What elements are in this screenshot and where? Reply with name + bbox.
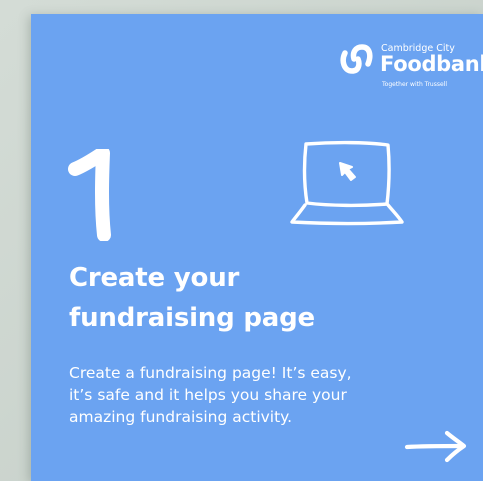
step-title-line: fundraising page [69, 303, 315, 333]
laptop-cursor-icon [290, 140, 404, 226]
foodbank-logo-icon [340, 44, 373, 74]
brand-tagline: Together with Trussell [382, 81, 448, 88]
arrow-right-icon[interactable] [403, 429, 469, 463]
step-number: 1 [68, 149, 111, 241]
foodbank-logo[interactable]: Cambridge City Foodbank Together with Tr… [339, 40, 483, 92]
step-description: Create a fundraising page! It’s easy, it… [69, 362, 409, 428]
step-card: Cambridge City Foodbank Together with Tr… [31, 14, 483, 481]
step-description-line: it’s safe and it helps you share your [69, 386, 347, 404]
step-description-line: amazing fundraising activity. [69, 408, 293, 426]
brand-name: Foodbank [380, 52, 483, 76]
step-title: Create your fundraising page [69, 258, 399, 338]
step-title-line: Create your [69, 263, 240, 293]
step-description-line: Create a fundraising page! It’s easy, [69, 364, 352, 382]
